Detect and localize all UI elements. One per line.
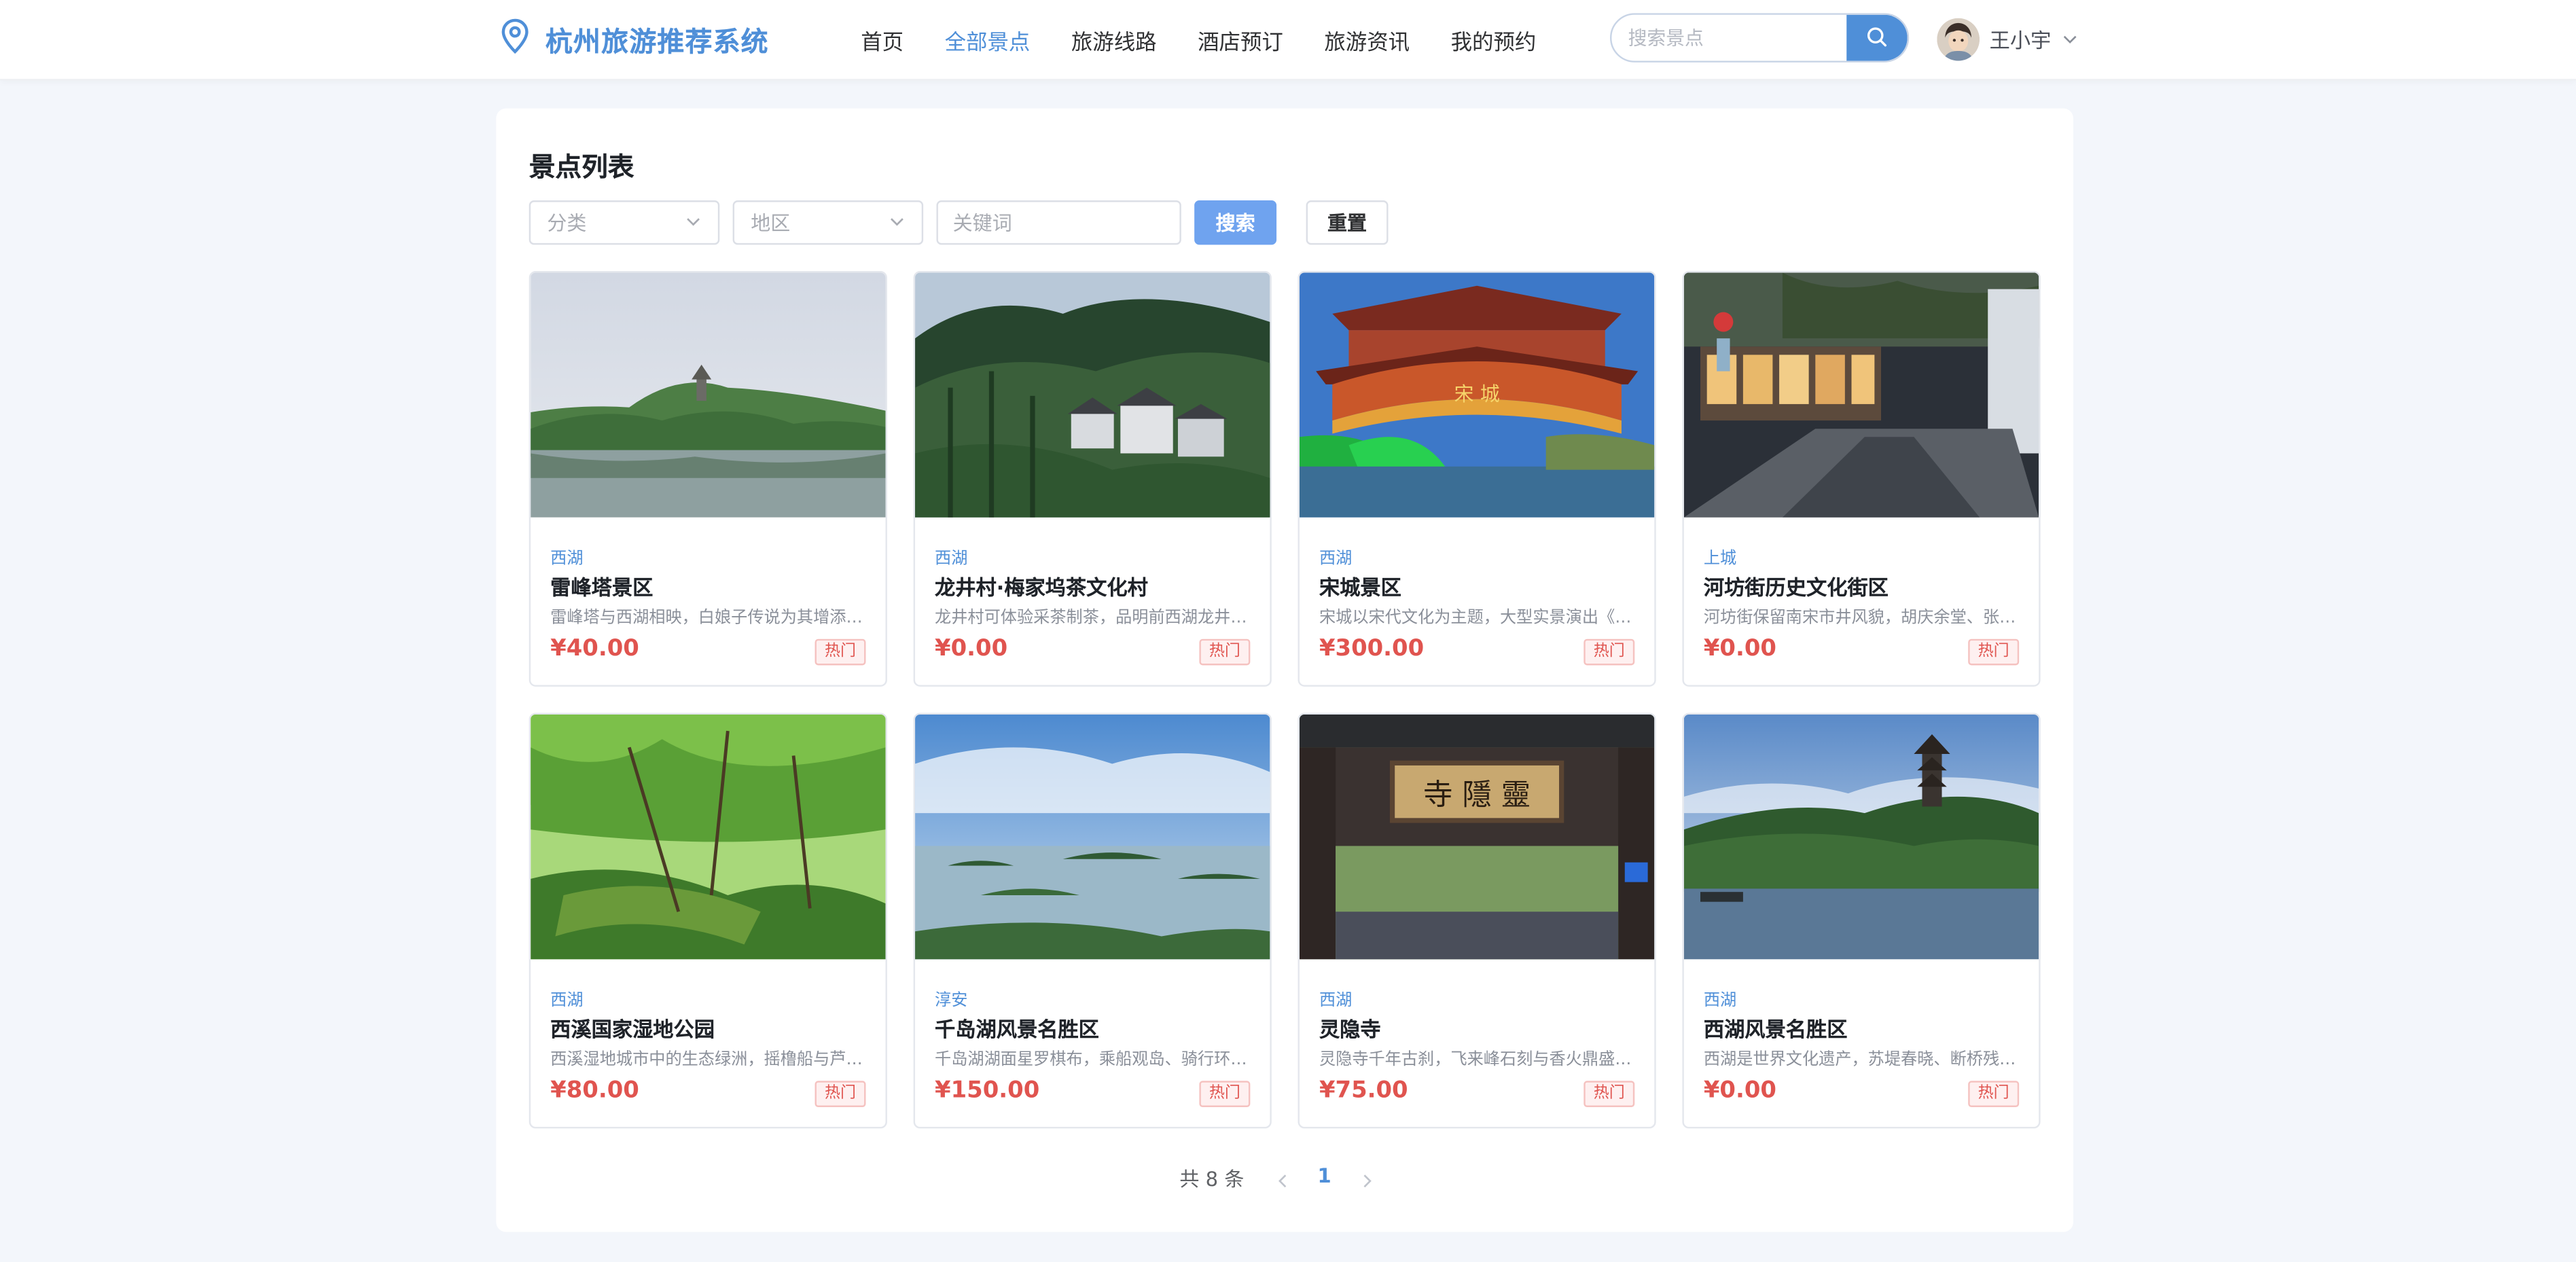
header-search-button[interactable] [1846,14,1908,61]
user-name: 王小宇 [1989,28,2052,53]
attraction-region: 西湖 [1319,992,1353,1011]
nav-all-attractions[interactable]: 全部景点 [945,24,1031,56]
attraction-name[interactable]: 龙井村·梅家坞茶文化村 [935,570,1148,601]
attraction-image[interactable] [531,714,886,960]
attraction-name[interactable]: 西湖风景名胜区 [1704,1012,1848,1043]
attraction-price: ¥75.00 [1319,1077,1408,1104]
attraction-region: 淳安 [935,992,968,1011]
nav-routes[interactable]: 旅游线路 [1071,24,1157,56]
attraction-desc: 龙井村可体验采茶制茶，品明前西湖龙井… [935,609,1247,628]
attraction-image[interactable] [915,714,1270,960]
attraction-name[interactable]: 灵隐寺 [1319,1012,1381,1043]
attraction-card[interactable]: 西湖 雷峰塔景区 雷峰塔与西湖相映，白娘子传说为其增添… ¥40.00 热门 [529,271,887,687]
pagination-total: 共 8 条 [1179,1168,1245,1191]
category-select[interactable]: 分类 [529,200,720,245]
top-header: 杭州旅游推荐系统 首页 全部景点 旅游线路 酒店预订 旅游资讯 我的预约 王小宇 [0,0,2576,81]
chevron-down-icon [685,211,701,234]
attraction-desc: 雷峰塔与西湖相映，白娘子传说为其增添… [550,609,863,628]
attraction-name[interactable]: 千岛湖风景名胜区 [935,1012,1099,1043]
attraction-image[interactable] [1683,714,2039,960]
hot-tag: 热门 [1968,638,2020,666]
attraction-grid: 西湖 雷峰塔景区 雷峰塔与西湖相映，白娘子传说为其增添… ¥40.00 热门 西… [529,271,2041,1130]
attraction-price: ¥0.00 [1703,635,1776,662]
attraction-desc: 宋城以宋代文化为主题，大型实景演出《… [1319,609,1632,628]
attraction-card[interactable]: 西湖 西湖风景名胜区 西湖是世界文化遗产，苏堤春晓、断桥残… ¥0.00 热门 [1682,713,2041,1129]
region-select[interactable]: 地区 [732,200,924,245]
attraction-desc: 千岛湖湖面星罗棋布，乘船观岛、骑行环… [935,1051,1247,1070]
hot-tag: 热门 [1199,1081,1251,1107]
attraction-image[interactable]: 宋 城 [1299,272,1655,518]
hot-tag: 热门 [815,638,866,666]
attraction-card[interactable]: 淳安 千岛湖风景名胜区 千岛湖湖面星罗棋布，乘船观岛、骑行环… ¥150.00 … [913,713,1272,1129]
category-select-label: 分类 [547,211,587,235]
attraction-price: ¥0.00 [935,635,1008,662]
attraction-region: 西湖 [1703,992,1737,1011]
chevron-down-icon [889,211,905,234]
avatar [1937,17,1980,60]
attraction-name[interactable]: 西溪国家湿地公园 [550,1012,715,1043]
hot-tag: 热门 [1584,638,1635,666]
attraction-card[interactable]: 上城 河坊街历史文化街区 河坊街保留南宋市井风貌，胡庆余堂、张… ¥0.00 热… [1682,271,2041,687]
keyword-input[interactable] [936,200,1181,245]
user-menu[interactable]: 王小宇 [1937,16,2077,60]
attraction-region: 西湖 [1319,550,1353,569]
reset-button[interactable]: 重置 [1306,200,1389,245]
chevron-right-icon[interactable] [1357,1166,1377,1188]
attraction-name[interactable]: 宋城景区 [1319,570,1401,601]
nav-hotels[interactable]: 酒店预订 [1198,24,1283,56]
chevron-down-icon [2051,23,2077,54]
attractions-panel: 景点列表 分类 地区 搜索 重置 西湖 雷峰塔景区 雷峰塔与西湖相映，白娘子传说… [496,108,2073,1232]
attraction-image[interactable] [915,272,1270,518]
attraction-desc: 西湖是世界文化遗产，苏堤春晓、断桥残… [1703,1051,2016,1070]
main-nav: 首页 全部景点 旅游线路 酒店预订 旅游资讯 我的预约 [861,0,1577,80]
attraction-desc: 灵隐寺千年古刹，飞来峰石刻与香火鼎盛… [1319,1051,1632,1070]
hot-tag: 热门 [1584,1081,1635,1107]
location-pin-icon [499,18,531,61]
attraction-price: ¥0.00 [1703,1077,1776,1104]
hot-tag: 热门 [1199,638,1251,666]
pagination: 共 8 条 1 [496,1159,2073,1195]
search-icon [1866,22,1887,54]
attraction-region: 上城 [1703,550,1737,569]
attraction-price: ¥150.00 [935,1077,1040,1104]
attraction-region: 西湖 [550,992,584,1011]
attraction-price: ¥40.00 [550,635,639,662]
attraction-image[interactable] [1683,272,2039,518]
attraction-card[interactable]: 寺 隱 靈 西湖 灵隐寺 灵隐寺千年古刹，飞来峰石刻与香火鼎盛… ¥75.00 … [1298,713,1656,1129]
attraction-image[interactable]: 寺 隱 靈 [1299,714,1655,960]
nav-my-bookings[interactable]: 我的预约 [1451,24,1537,56]
svg-text:寺 隱 靈: 寺 隱 靈 [1423,778,1531,812]
attraction-name[interactable]: 河坊街历史文化街区 [1704,570,1889,601]
region-select-label: 地区 [751,211,791,235]
attraction-price: ¥80.00 [550,1077,639,1104]
app-title: 杭州旅游推荐系统 [545,26,769,58]
attraction-name[interactable]: 雷峰塔景区 [550,570,653,601]
logo[interactable]: 杭州旅游推荐系统 [499,18,769,61]
attraction-card[interactable]: 西湖 龙井村·梅家坞茶文化村 龙井村可体验采茶制茶，品明前西湖龙井… ¥0.00… [913,271,1272,687]
attraction-card[interactable]: 宋 城 西湖 宋城景区 宋城以宋代文化为主题，大型实景演出《… ¥300.00 … [1298,271,1656,687]
attraction-desc: 河坊街保留南宋市井风貌，胡庆余堂、张… [1703,609,2016,628]
nav-home[interactable]: 首页 [861,24,904,56]
pagination-page[interactable]: 1 [1318,1165,1331,1188]
nav-news[interactable]: 旅游资讯 [1324,24,1410,56]
header-search [1609,13,1910,62]
header-search-input[interactable] [1611,14,1848,61]
attraction-image[interactable] [531,272,886,518]
hot-tag: 热门 [1968,1081,2020,1107]
attraction-region: 西湖 [550,550,584,569]
page-title: 景点列表 [529,151,634,183]
attraction-desc: 西溪湿地城市中的生态绿洲，摇橹船与芦… [550,1051,863,1070]
attraction-region: 西湖 [935,550,968,569]
chevron-left-icon[interactable] [1273,1166,1293,1188]
svg-text:宋 城: 宋 城 [1454,382,1499,405]
hot-tag: 热门 [815,1081,866,1107]
attraction-card[interactable]: 西湖 西溪国家湿地公园 西溪湿地城市中的生态绿洲，摇橹船与芦… ¥80.00 热… [529,713,887,1129]
search-button[interactable]: 搜索 [1194,200,1277,245]
attraction-price: ¥300.00 [1319,635,1425,662]
